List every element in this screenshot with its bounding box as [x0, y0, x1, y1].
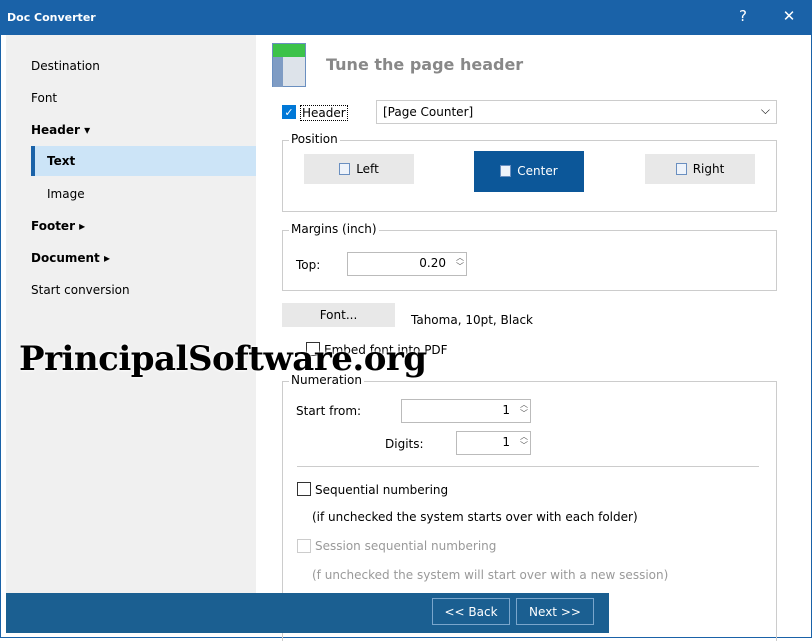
align-center-icon — [500, 165, 512, 177]
position-left-button[interactable]: Left — [304, 154, 414, 184]
spinner-arrows-icon[interactable]: ︿ ﹀ — [520, 400, 528, 418]
font-description: Tahoma, 10pt, Black — [411, 313, 534, 327]
sidebar: Destination Font Header ▾ Text Image Foo… — [6, 35, 256, 633]
margins-group: Margins (inch) Top: 0.20 ︿ ﹀ — [282, 222, 777, 291]
close-button[interactable]: ✕ — [774, 7, 804, 25]
divider — [297, 466, 759, 467]
header-checkbox[interactable]: ✓ — [282, 105, 296, 119]
next-button[interactable]: Next >> — [516, 598, 594, 625]
position-label: Position — [289, 132, 340, 146]
spinner-arrows-icon[interactable]: ︿ ﹀ — [520, 432, 528, 450]
sidebar-item-image[interactable]: Image — [47, 187, 85, 201]
header-content-select[interactable]: [Page Counter] ⌵ — [376, 100, 777, 124]
doc-converter-window: Doc Converter ? ✕ Destination Font Heade… — [0, 0, 812, 641]
sidebar-item-document[interactable]: Document ▸ — [31, 251, 110, 265]
sidebar-item-text[interactable]: Text — [31, 146, 256, 176]
watermark: PrincipalSoftware.org — [19, 339, 427, 379]
session-numbering-checkbox[interactable] — [297, 539, 311, 553]
navigation-bar: << Back Next >> — [6, 593, 609, 633]
sequential-numbering-label[interactable]: Sequential numbering — [315, 483, 448, 497]
header-checkbox-label[interactable]: Header — [300, 105, 348, 121]
start-from-label: Start from: — [296, 404, 362, 418]
font-button[interactable]: Font... — [282, 303, 395, 327]
spinner-arrows-icon[interactable]: ︿ ﹀ — [456, 253, 464, 271]
back-button[interactable]: << Back — [432, 598, 510, 625]
header-content-value: [Page Counter] — [383, 105, 474, 119]
window-title: Doc Converter — [7, 11, 96, 24]
sequential-numbering-note: (if unchecked the system starts over wit… — [312, 510, 638, 524]
margins-label: Margins (inch) — [289, 222, 379, 236]
top-margin-input[interactable]: 0.20 ︿ ﹀ — [347, 252, 467, 276]
title-bar: Doc Converter ? ✕ — [1, 1, 812, 35]
align-left-icon — [339, 163, 351, 175]
start-from-input[interactable]: 1 ︿ ﹀ — [401, 399, 531, 423]
chevron-down-icon: ⌵ — [760, 103, 770, 117]
position-center-button[interactable]: Center — [474, 151, 584, 192]
page-title: Tune the page header — [326, 55, 524, 74]
main-panel: Tune the page header ✓ Header [Page Coun… — [256, 35, 809, 641]
position-group: Position Left Center Right — [282, 132, 777, 212]
sidebar-item-font[interactable]: Font — [31, 91, 57, 105]
position-right-button[interactable]: Right — [645, 154, 755, 184]
sidebar-item-header[interactable]: Header ▾ — [31, 123, 90, 137]
top-margin-label: Top: — [296, 258, 321, 272]
sidebar-item-footer[interactable]: Footer ▸ — [31, 219, 85, 233]
digits-label: Digits: — [385, 437, 424, 451]
session-numbering-label: Session sequential numbering — [315, 539, 497, 553]
sidebar-item-start-conversion[interactable]: Start conversion — [31, 283, 130, 297]
align-right-icon — [675, 163, 687, 175]
sidebar-item-destination[interactable]: Destination — [31, 59, 100, 73]
help-button[interactable]: ? — [728, 7, 758, 25]
digits-input[interactable]: 1 ︿ ﹀ — [456, 431, 531, 455]
page-header-icon — [272, 43, 308, 89]
session-numbering-note: (f unchecked the system will start over … — [312, 568, 669, 582]
sequential-numbering-checkbox[interactable] — [297, 482, 311, 496]
